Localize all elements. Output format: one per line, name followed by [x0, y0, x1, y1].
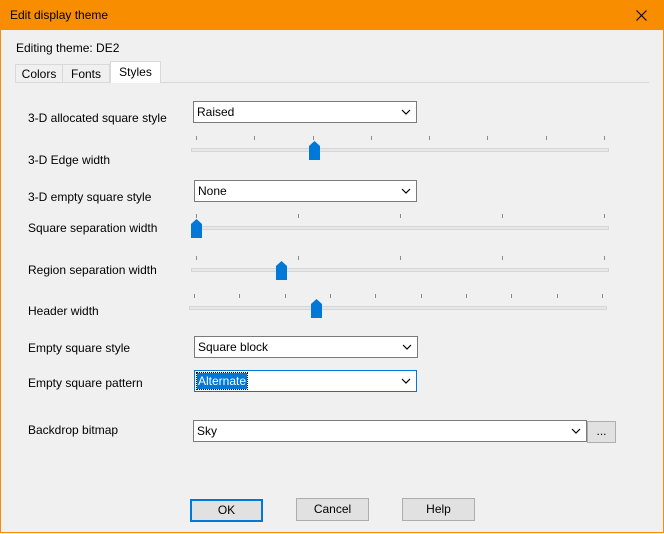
slider-tick: [298, 214, 299, 218]
empty-style-label: 3-D empty square style: [28, 190, 152, 204]
editing-theme-label: Editing theme: DE2: [16, 41, 120, 55]
slider-tick: [194, 294, 195, 298]
chevron-down-icon: [401, 188, 411, 194]
slider-tick: [196, 136, 197, 140]
slider-tick: [285, 294, 286, 298]
slider-tick: [602, 294, 603, 298]
square-separation-label: Square separation width: [28, 221, 158, 235]
help-button[interactable]: Help: [402, 498, 475, 521]
slider-tick: [421, 294, 422, 298]
slider-tick: [375, 294, 376, 298]
close-button[interactable]: [618, 0, 664, 30]
tab-styles[interactable]: Styles: [110, 61, 161, 83]
empty-square-pattern-select[interactable]: Alternate: [194, 370, 417, 392]
title-bar: Edit display theme: [0, 0, 664, 30]
slider-thumb[interactable]: [191, 219, 202, 238]
tab-colors[interactable]: Colors: [15, 64, 63, 82]
slider-tick: [330, 294, 331, 298]
empty-square-pattern-label: Empty square pattern: [28, 376, 143, 390]
backdrop-bitmap-label: Backdrop bitmap: [28, 423, 119, 437]
edge-width-label: 3-D Edge width: [28, 153, 111, 167]
allocated-style-select[interactable]: Raised: [193, 101, 417, 123]
slider-thumb[interactable]: [311, 299, 322, 318]
chevron-down-icon: [571, 428, 581, 434]
browse-bitmap-button[interactable]: ...: [587, 421, 616, 443]
slider-tick: [604, 256, 605, 260]
slider-tick: [502, 256, 503, 260]
cancel-button[interactable]: Cancel: [296, 498, 369, 521]
slider-tick: [196, 256, 197, 260]
slider-tick: [466, 294, 467, 298]
slider-tick: [313, 136, 314, 140]
slider-tick: [502, 214, 503, 218]
slider-track[interactable]: [191, 226, 609, 230]
allocated-style-value: Raised: [197, 105, 235, 119]
slider-track[interactable]: [191, 148, 609, 152]
slider-tick: [239, 294, 240, 298]
empty-style-value: None: [198, 184, 227, 198]
chevron-down-icon: [402, 344, 412, 350]
allocated-style-label: 3-D allocated square style: [28, 111, 167, 125]
slider-tick: [487, 136, 488, 140]
tab-fonts[interactable]: Fonts: [62, 64, 110, 82]
empty-square-style-value: Square block: [198, 340, 269, 354]
slider-tick: [604, 214, 605, 218]
slider-tick: [298, 256, 299, 260]
slider-tick: [604, 136, 605, 140]
slider-thumb[interactable]: [309, 141, 320, 160]
slider-tick: [429, 136, 430, 140]
slider-track[interactable]: [191, 268, 609, 272]
slider-tick: [254, 136, 255, 140]
empty-square-pattern-value: Alternate: [195, 372, 249, 390]
slider-tick: [546, 136, 547, 140]
slider-tick: [371, 136, 372, 140]
slider-track[interactable]: [189, 306, 607, 310]
empty-square-style-label: Empty square style: [28, 341, 131, 355]
slider-tick: [511, 294, 512, 298]
region-separation-label: Region separation width: [28, 263, 157, 277]
close-icon: [635, 9, 647, 21]
chevron-down-icon: [401, 378, 411, 384]
slider-tick: [196, 214, 197, 218]
slider-tick: [557, 294, 558, 298]
chevron-down-icon: [401, 109, 411, 115]
empty-style-select[interactable]: None: [194, 180, 417, 202]
slider-tick: [400, 214, 401, 218]
slider-thumb[interactable]: [276, 261, 287, 280]
window-title: Edit display theme: [10, 8, 109, 22]
slider-tick: [400, 256, 401, 260]
backdrop-bitmap-select[interactable]: Sky: [193, 420, 587, 442]
empty-square-style-select[interactable]: Square block: [194, 336, 418, 358]
header-width-label: Header width: [28, 304, 99, 318]
ok-button[interactable]: OK: [190, 499, 263, 522]
backdrop-bitmap-value: Sky: [197, 424, 218, 438]
